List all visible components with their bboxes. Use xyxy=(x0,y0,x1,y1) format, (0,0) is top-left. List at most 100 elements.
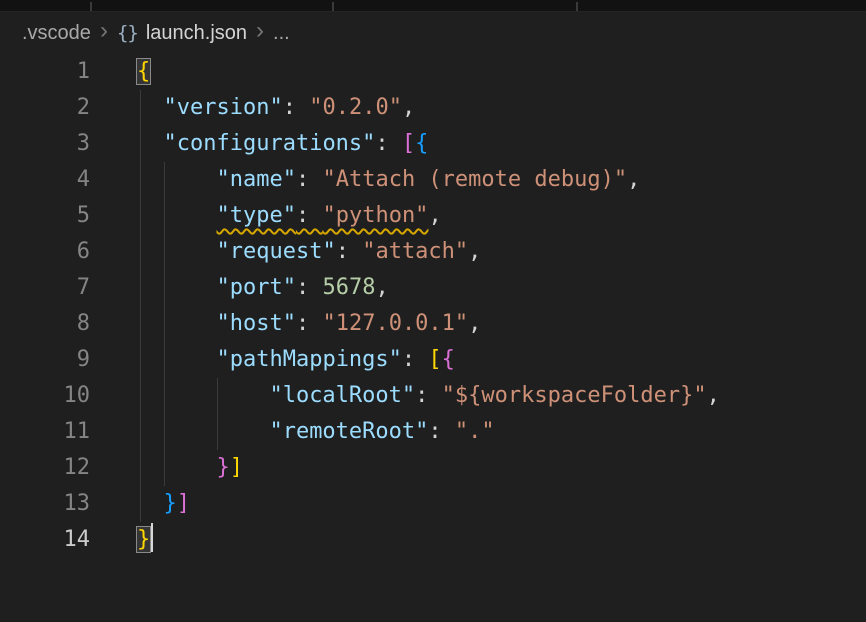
breadcrumb-folder[interactable]: .vscode xyxy=(22,22,91,45)
code-token: "localRoot" xyxy=(269,383,415,408)
indent-guide xyxy=(164,162,165,486)
code-text: "name": "Attach (remote debug)", xyxy=(90,162,640,198)
line-number[interactable]: 3 xyxy=(0,126,90,162)
code-token: : xyxy=(428,419,455,444)
code-token: : xyxy=(296,275,323,300)
code-text: "request": "attach", xyxy=(90,234,481,270)
code-line[interactable]: 4 "name": "Attach (remote debug)", xyxy=(0,162,866,198)
line-number[interactable]: 1 xyxy=(0,54,90,90)
breadcrumb-symbol-more[interactable]: ... xyxy=(273,22,290,45)
breadcrumb: .vscode › {} launch.json › ... xyxy=(0,12,866,54)
chevron-right-icon: › xyxy=(100,19,108,47)
code-token: : xyxy=(296,311,323,336)
line-number[interactable]: 11 xyxy=(0,414,90,450)
indent-space xyxy=(137,455,216,480)
indent-space xyxy=(137,167,216,192)
line-number[interactable]: 5 xyxy=(0,198,90,234)
code-token: : xyxy=(296,167,323,192)
code-token: { xyxy=(137,59,150,84)
json-object-icon: {} xyxy=(117,22,138,44)
code-lines: 1{2 "version": "0.2.0",3 "configurations… xyxy=(0,54,866,558)
line-number[interactable]: 6 xyxy=(0,234,90,270)
code-token: "host" xyxy=(216,311,295,336)
tab-separator xyxy=(332,2,334,11)
line-number[interactable]: 4 xyxy=(0,162,90,198)
line-number[interactable]: 10 xyxy=(0,378,90,414)
code-token: : xyxy=(375,131,402,156)
breadcrumb-file[interactable]: launch.json xyxy=(146,22,247,45)
text-cursor xyxy=(151,523,153,552)
indent-guide xyxy=(140,90,141,522)
code-line[interactable]: 3 "configurations": [{ xyxy=(0,126,866,162)
code-token: , xyxy=(627,167,640,192)
code-text: "version": "0.2.0", xyxy=(90,90,415,126)
code-token: "python" xyxy=(322,203,428,228)
code-token: "0.2.0" xyxy=(309,95,402,120)
line-number[interactable]: 9 xyxy=(0,342,90,378)
indent-space xyxy=(137,383,269,408)
code-token: "name" xyxy=(216,167,295,192)
tab-separator xyxy=(90,2,92,11)
code-line[interactable]: 13 }] xyxy=(0,486,866,522)
code-token: , xyxy=(468,311,481,336)
code-text: "pathMappings": [{ xyxy=(90,342,455,378)
code-token: "version" xyxy=(164,95,283,120)
code-token: : xyxy=(415,383,442,408)
line-number[interactable]: 2 xyxy=(0,90,90,126)
code-line[interactable]: 9 "pathMappings": [{ xyxy=(0,342,866,378)
code-line[interactable]: 11 "remoteRoot": "." xyxy=(0,414,866,450)
indent-space xyxy=(137,239,216,264)
code-line[interactable]: 2 "version": "0.2.0", xyxy=(0,90,866,126)
code-text: "host": "127.0.0.1", xyxy=(90,306,481,342)
code-line[interactable]: 14} xyxy=(0,522,866,558)
code-token: : xyxy=(336,239,363,264)
code-token: ] xyxy=(177,491,190,516)
code-token: } xyxy=(137,527,150,552)
indent-space xyxy=(137,275,216,300)
code-line[interactable]: 6 "request": "attach", xyxy=(0,234,866,270)
code-token: "type" xyxy=(216,203,295,228)
code-token: } xyxy=(164,491,177,516)
code-token: : xyxy=(296,203,323,228)
code-line[interactable]: 10 "localRoot": "${workspaceFolder}", xyxy=(0,378,866,414)
code-token: { xyxy=(415,131,428,156)
code-line[interactable]: 1{ xyxy=(0,54,866,90)
code-token: "port" xyxy=(216,275,295,300)
code-token: "request" xyxy=(216,239,335,264)
code-token: , xyxy=(428,203,441,228)
code-text: "localRoot": "${workspaceFolder}", xyxy=(90,378,720,414)
tab-bar-strip xyxy=(0,0,866,12)
line-number[interactable]: 12 xyxy=(0,450,90,486)
indent-guide xyxy=(217,378,218,450)
code-token: "127.0.0.1" xyxy=(322,311,468,336)
code-token: { xyxy=(442,347,455,372)
line-number[interactable]: 7 xyxy=(0,270,90,306)
indent-space xyxy=(137,347,216,372)
code-editor[interactable]: 1{2 "version": "0.2.0",3 "configurations… xyxy=(0,54,866,558)
code-token: "Attach (remote debug)" xyxy=(322,167,627,192)
code-line[interactable]: 8 "host": "127.0.0.1", xyxy=(0,306,866,342)
chevron-right-icon: › xyxy=(256,19,264,47)
code-token: [ xyxy=(402,131,415,156)
code-line[interactable]: 5 "type": "python", xyxy=(0,198,866,234)
code-text: "remoteRoot": "." xyxy=(90,414,495,450)
code-line[interactable]: 7 "port": 5678, xyxy=(0,270,866,306)
line-number[interactable]: 13 xyxy=(0,486,90,522)
code-token: "." xyxy=(455,419,495,444)
code-text: { xyxy=(90,54,150,90)
code-token: "attach" xyxy=(362,239,468,264)
code-token: } xyxy=(216,455,229,480)
code-token: , xyxy=(375,275,388,300)
code-text: } xyxy=(90,522,153,558)
code-line[interactable]: 12 }] xyxy=(0,450,866,486)
line-number[interactable]: 8 xyxy=(0,306,90,342)
code-token: : xyxy=(402,347,429,372)
code-token: 5678 xyxy=(322,275,375,300)
code-token: , xyxy=(402,95,415,120)
code-token: "pathMappings" xyxy=(216,347,401,372)
code-token: "${workspaceFolder}" xyxy=(442,383,707,408)
indent-space xyxy=(137,419,269,444)
indent-space xyxy=(137,203,216,228)
code-text: }] xyxy=(90,450,243,486)
line-number[interactable]: 14 xyxy=(0,522,90,558)
